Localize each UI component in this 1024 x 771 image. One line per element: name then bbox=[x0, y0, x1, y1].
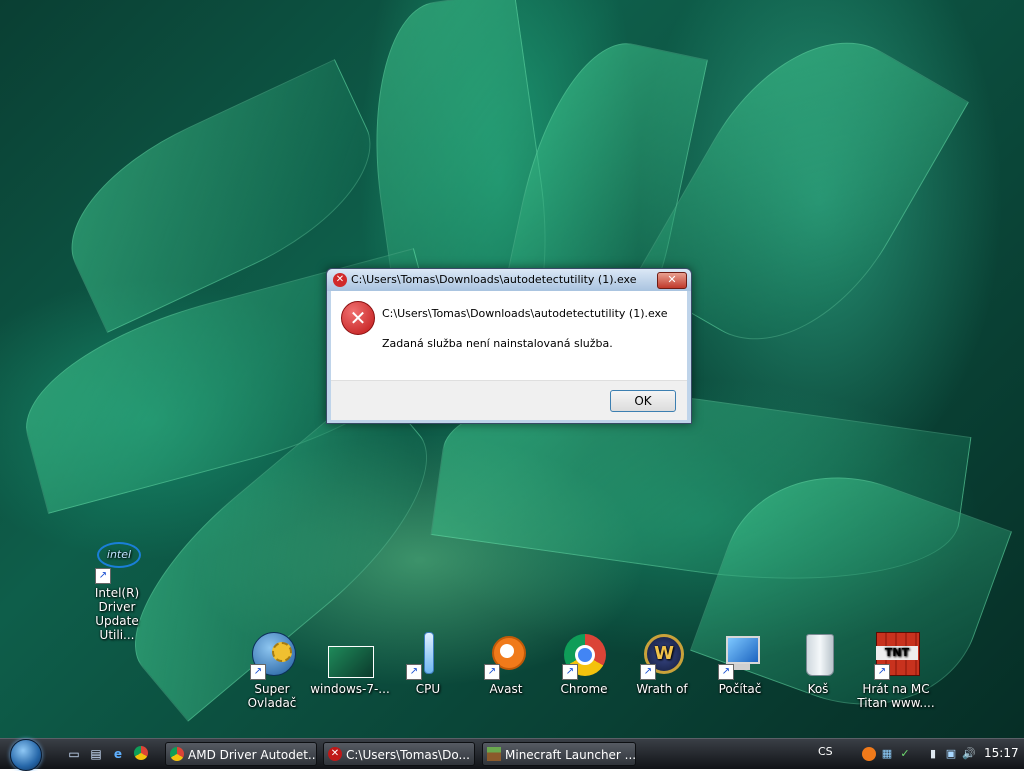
chrome-icon: ↗ bbox=[560, 632, 608, 680]
desktop-icon-wrath-of[interactable]: W ↗ Wrath of bbox=[622, 632, 702, 696]
wow-icon: W ↗ bbox=[638, 632, 686, 680]
dialog-titlebar[interactable]: ✕ C:\Users\Tomas\Downloads\autodetectuti… bbox=[327, 269, 691, 291]
desktop-icon-label: windows-7-... bbox=[310, 682, 390, 696]
taskbar: ▭ ▤ e AMD Driver Autodet... ✕ C:\Users\T… bbox=[0, 738, 1024, 771]
error-dialog: ✕ C:\Users\Tomas\Downloads\autodetectuti… bbox=[326, 268, 692, 424]
gear-globe-icon: ↗ bbox=[248, 632, 296, 680]
desktop-icon-label: Intel(R) Driver Update Utili... bbox=[94, 586, 140, 642]
desktop-icon-label: Hrát na MC Titan www.... bbox=[857, 682, 935, 710]
desktop-icon-label: Wrath of bbox=[636, 682, 688, 696]
recycle-bin-icon bbox=[794, 632, 842, 680]
battery-tray-icon[interactable]: ▮ bbox=[926, 747, 940, 761]
desktop-icon-cpu[interactable]: ↗ CPU bbox=[388, 632, 468, 696]
taskbar-button-minecraft-launcher[interactable]: Minecraft Launcher ... bbox=[482, 742, 636, 766]
computer-icon: ↗ bbox=[716, 632, 764, 680]
desktop-icon-label: Super Ovladač bbox=[247, 682, 297, 710]
desktop-icon-label: Avast bbox=[489, 682, 523, 696]
desktop-icon-label: Koš bbox=[807, 682, 829, 696]
taskbar-button-label: C:\Users\Tomas\Do... bbox=[346, 748, 470, 762]
error-icon: ✕ bbox=[333, 273, 347, 287]
shortcut-arrow-icon: ↗ bbox=[718, 664, 734, 680]
shortcut-arrow-icon: ↗ bbox=[250, 664, 266, 680]
show-desktop-icon[interactable]: ▭ bbox=[66, 746, 82, 762]
desktop-icon-avast[interactable]: ↗ Avast bbox=[466, 632, 546, 696]
taskbar-button-label: Minecraft Launcher ... bbox=[505, 748, 636, 762]
close-button[interactable]: ✕ bbox=[657, 272, 687, 289]
thermometer-icon: ↗ bbox=[404, 632, 452, 680]
switch-windows-icon[interactable]: ▤ bbox=[88, 746, 104, 762]
language-indicator[interactable]: CS bbox=[818, 745, 833, 758]
dialog-message-text: Zadaná služba není nainstalovaná služba. bbox=[382, 337, 613, 350]
ok-button[interactable]: OK bbox=[610, 390, 676, 412]
checkmark-tray-icon[interactable]: ✓ bbox=[898, 747, 912, 761]
avast-tray-icon[interactable] bbox=[862, 747, 876, 761]
desktop-icon-intel[interactable]: intel ↗ Intel(R) Driver Update Utili... bbox=[77, 536, 157, 642]
shortcut-arrow-icon: ↗ bbox=[640, 664, 656, 680]
taskbar-button-amd-driver[interactable]: AMD Driver Autodet... bbox=[165, 742, 317, 766]
minecraft-icon bbox=[487, 747, 501, 761]
dialog-body: ✕ C:\Users\Tomas\Downloads\autodetectuti… bbox=[331, 291, 687, 380]
shortcut-arrow-icon: ↗ bbox=[484, 664, 500, 680]
desktop-icon-label: CPU bbox=[415, 682, 441, 696]
desktop: intel ↗ Intel(R) Driver Update Utili... … bbox=[0, 0, 1024, 738]
clock[interactable]: 15:17 bbox=[984, 746, 1019, 760]
dialog-title: C:\Users\Tomas\Downloads\autodetectutili… bbox=[351, 273, 637, 286]
desktop-icon-chrome[interactable]: ↗ Chrome bbox=[544, 632, 624, 696]
avast-icon: ↗ bbox=[482, 632, 530, 680]
taskbar-button-label: AMD Driver Autodet... bbox=[188, 748, 317, 762]
start-button[interactable] bbox=[10, 739, 46, 771]
chrome-icon[interactable] bbox=[134, 746, 150, 762]
shortcut-arrow-icon: ↗ bbox=[406, 664, 422, 680]
desktop-icon-label: Chrome bbox=[560, 682, 608, 696]
internet-explorer-icon[interactable]: e bbox=[110, 746, 126, 762]
shortcut-arrow-icon: ↗ bbox=[874, 664, 890, 680]
desktop-icon-windows-7[interactable]: windows-7-... bbox=[310, 632, 390, 696]
dialog-message-path: C:\Users\Tomas\Downloads\autodetectutili… bbox=[382, 307, 668, 320]
taskbar-button-error-dialog[interactable]: ✕ C:\Users\Tomas\Do... bbox=[323, 742, 475, 766]
volume-icon[interactable]: 🔊 bbox=[962, 747, 976, 761]
desktop-icon-hrat-na-mc[interactable]: TNT ↗ Hrát na MC Titan www.... bbox=[856, 632, 936, 710]
shortcut-arrow-icon: ↗ bbox=[95, 568, 111, 584]
error-icon: ✕ bbox=[341, 301, 375, 335]
shortcut-arrow-icon: ↗ bbox=[562, 664, 578, 680]
desktop-icon-kos[interactable]: Koš bbox=[778, 632, 858, 696]
desktop-icon-pocitac[interactable]: ↗ Počítač bbox=[700, 632, 780, 696]
desktop-icon-super-ovladac[interactable]: ↗ Super Ovladač bbox=[232, 632, 312, 710]
dialog-footer: OK bbox=[331, 380, 687, 420]
tnt-icon: TNT ↗ bbox=[872, 632, 920, 680]
error-icon: ✕ bbox=[328, 747, 342, 761]
network-connection-icon[interactable]: ▣ bbox=[944, 747, 958, 761]
chrome-icon bbox=[170, 747, 184, 761]
windows-logo-icon bbox=[10, 739, 42, 771]
network-tray-icon[interactable]: ▦ bbox=[880, 747, 894, 761]
image-thumbnail-icon bbox=[326, 632, 374, 680]
intel-icon: intel ↗ bbox=[93, 536, 141, 584]
desktop-icon-label: Počítač bbox=[718, 682, 762, 696]
